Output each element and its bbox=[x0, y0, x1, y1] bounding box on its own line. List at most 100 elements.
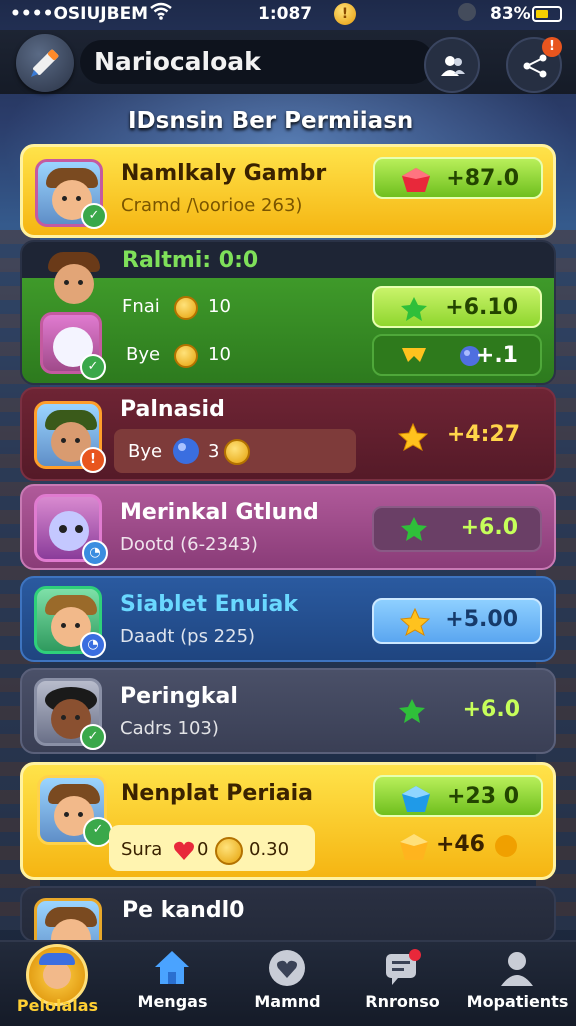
reward-value: +23 0 bbox=[446, 784, 519, 809]
star-icon bbox=[398, 423, 428, 451]
leaderboard-row[interactable]: ✓ Namlkaly Gambr Cramd /\oorioe 263) +87… bbox=[20, 144, 556, 238]
rank-badge-icon: ! bbox=[80, 447, 106, 473]
friends-icon bbox=[441, 56, 465, 76]
leaderboard-row[interactable]: ✓ Peringkal Cadrs 103) +6.0 bbox=[20, 668, 556, 754]
reward-pill-secondary[interactable]: +46 bbox=[373, 825, 543, 867]
reward-pill[interactable]: +4:27 bbox=[372, 415, 542, 457]
green-gem-icon bbox=[401, 517, 427, 541]
stat-label: Bye bbox=[128, 441, 163, 462]
section-title: IDsnsin Ber Permiiasn bbox=[128, 108, 414, 134]
player-name: Peringkal bbox=[120, 684, 238, 709]
rank-badge-icon: ✓ bbox=[81, 203, 107, 229]
reward-pill[interactable]: +23 0 bbox=[373, 775, 543, 817]
player-name: Siablet Enuiak bbox=[120, 592, 298, 617]
nav-label: Mengas bbox=[137, 992, 208, 1011]
coin-icon bbox=[215, 837, 243, 865]
reward-pill[interactable]: +6.0 bbox=[372, 506, 542, 552]
red-gem-icon bbox=[402, 168, 430, 192]
pencil-icon bbox=[31, 49, 59, 77]
player-name: Merinkal Gtlund bbox=[120, 500, 319, 525]
carrier-label: ••••OSIUJBEM bbox=[10, 4, 149, 24]
line2-value: 10 bbox=[208, 344, 231, 365]
rank-badge-icon: ✓ bbox=[80, 354, 106, 380]
reward-pill[interactable]: +6.0 bbox=[372, 690, 542, 736]
green-gem-icon bbox=[399, 699, 425, 723]
nav-leaderboard[interactable]: Pelolalas bbox=[0, 942, 115, 1026]
heart-chat-icon bbox=[269, 950, 305, 986]
nav-home[interactable]: Mengas bbox=[115, 942, 230, 1026]
coin-icon: ! bbox=[334, 3, 356, 25]
gold-gem-icon bbox=[400, 834, 428, 860]
coin-icon bbox=[174, 344, 198, 368]
reward-value: +5.00 bbox=[445, 607, 518, 632]
reward-value: +6.10 bbox=[445, 295, 518, 320]
battery-percent: 83% bbox=[490, 4, 531, 24]
stat-value: 3 bbox=[208, 441, 220, 462]
gold-shield-icon bbox=[402, 348, 426, 362]
player-avatar bbox=[40, 246, 104, 310]
share-button[interactable]: ! bbox=[506, 37, 562, 93]
nav-profile[interactable]: Mopatients bbox=[460, 942, 575, 1026]
leaderboard-row[interactable]: Pe kandl0 bbox=[20, 886, 556, 942]
leaderboard-row-group[interactable]: ✓ Raltmi: 0:0 Fnai 10 Bye 10 +6.10 +.1 bbox=[20, 240, 556, 385]
profile-icon bbox=[501, 952, 533, 986]
reward-value: +87.0 bbox=[446, 166, 519, 191]
heart-icon bbox=[174, 841, 194, 860]
player-subtitle: Cramd /\oorioe 263) bbox=[121, 195, 303, 216]
rank-badge-icon: ✓ bbox=[80, 724, 106, 750]
player-name: Nenplat Periaia bbox=[121, 781, 313, 806]
clock: 1:087 bbox=[258, 4, 313, 24]
nav-label: Pelolalas bbox=[16, 996, 99, 1015]
leaderboard-row[interactable]: ◔ Merinkal Gtlund Dootd (6-2343) +6.0 bbox=[20, 484, 556, 570]
reward-pill[interactable]: +6.10 bbox=[372, 286, 542, 328]
reward-value: +6.0 bbox=[462, 697, 520, 722]
coin-icon bbox=[224, 439, 250, 465]
page-title: Nariocaloak bbox=[80, 40, 434, 84]
line1-label: Fnai bbox=[122, 296, 160, 317]
rank-badge-icon: ◔ bbox=[80, 632, 106, 658]
leaderboard-row-current-player[interactable]: ✓ Nenplat Periaia Sura 0 0.30 +23 0 +46 bbox=[20, 762, 556, 880]
reward-value: +.1 bbox=[475, 343, 518, 368]
group-header: Raltmi: 0:0 bbox=[122, 248, 259, 273]
rank-badge-icon: ◔ bbox=[82, 540, 108, 566]
player-name: Palnasid bbox=[120, 397, 225, 422]
stat-value: 0 bbox=[197, 839, 209, 860]
notification-badge: ! bbox=[542, 37, 562, 57]
coin-icon bbox=[174, 296, 198, 320]
reward-pill[interactable]: +5.00 bbox=[372, 598, 542, 644]
player-name: Namlkaly Gambr bbox=[121, 161, 327, 186]
bottom-navigation: Pelolalas Mengas Mamnd Rnronso Mopatient… bbox=[0, 940, 576, 1026]
nav-favorites[interactable]: Mamnd bbox=[230, 942, 345, 1026]
share-icon bbox=[523, 54, 547, 78]
reward-value: +4:27 bbox=[446, 422, 520, 447]
chat-icon bbox=[386, 949, 421, 985]
player-name: Pe kandl0 bbox=[122, 898, 245, 923]
leaderboard-row[interactable]: ! Palnasid Bye 3 +4:27 bbox=[20, 387, 556, 481]
line1-value: 10 bbox=[208, 296, 231, 317]
green-gem-icon bbox=[401, 297, 427, 321]
nav-label: Rnronso bbox=[365, 992, 440, 1011]
player-subtitle: Cadrs 103) bbox=[120, 718, 219, 739]
blue-gem-icon bbox=[402, 786, 430, 812]
blue-orb-icon bbox=[173, 438, 199, 464]
nav-label: Mamnd bbox=[254, 992, 321, 1011]
coin-icon bbox=[495, 835, 517, 857]
reward-value: +46 bbox=[435, 832, 485, 857]
reward-value: +6.0 bbox=[460, 515, 518, 540]
edit-profile-button[interactable] bbox=[16, 34, 74, 92]
star-icon bbox=[400, 608, 430, 636]
nav-label: Mopatients bbox=[466, 992, 569, 1011]
reward-pill[interactable]: +87.0 bbox=[373, 157, 543, 199]
nav-messages[interactable]: Rnronso bbox=[345, 942, 460, 1026]
stat-label: Sura bbox=[121, 839, 163, 860]
home-icon bbox=[155, 951, 189, 984]
friends-button[interactable] bbox=[424, 37, 480, 93]
player-subtitle: Daadt (ps 225) bbox=[120, 626, 256, 647]
reward-pill-secondary[interactable]: +.1 bbox=[372, 334, 542, 376]
top-header: Nariocaloak ! bbox=[0, 30, 576, 94]
wifi-icon bbox=[150, 2, 172, 25]
do-not-disturb-icon bbox=[458, 3, 476, 21]
leaderboard-row[interactable]: ◔ Siablet Enuiak Daadt (ps 225) +5.00 bbox=[20, 576, 556, 662]
battery-icon bbox=[532, 6, 562, 22]
player-avatar bbox=[34, 898, 102, 940]
